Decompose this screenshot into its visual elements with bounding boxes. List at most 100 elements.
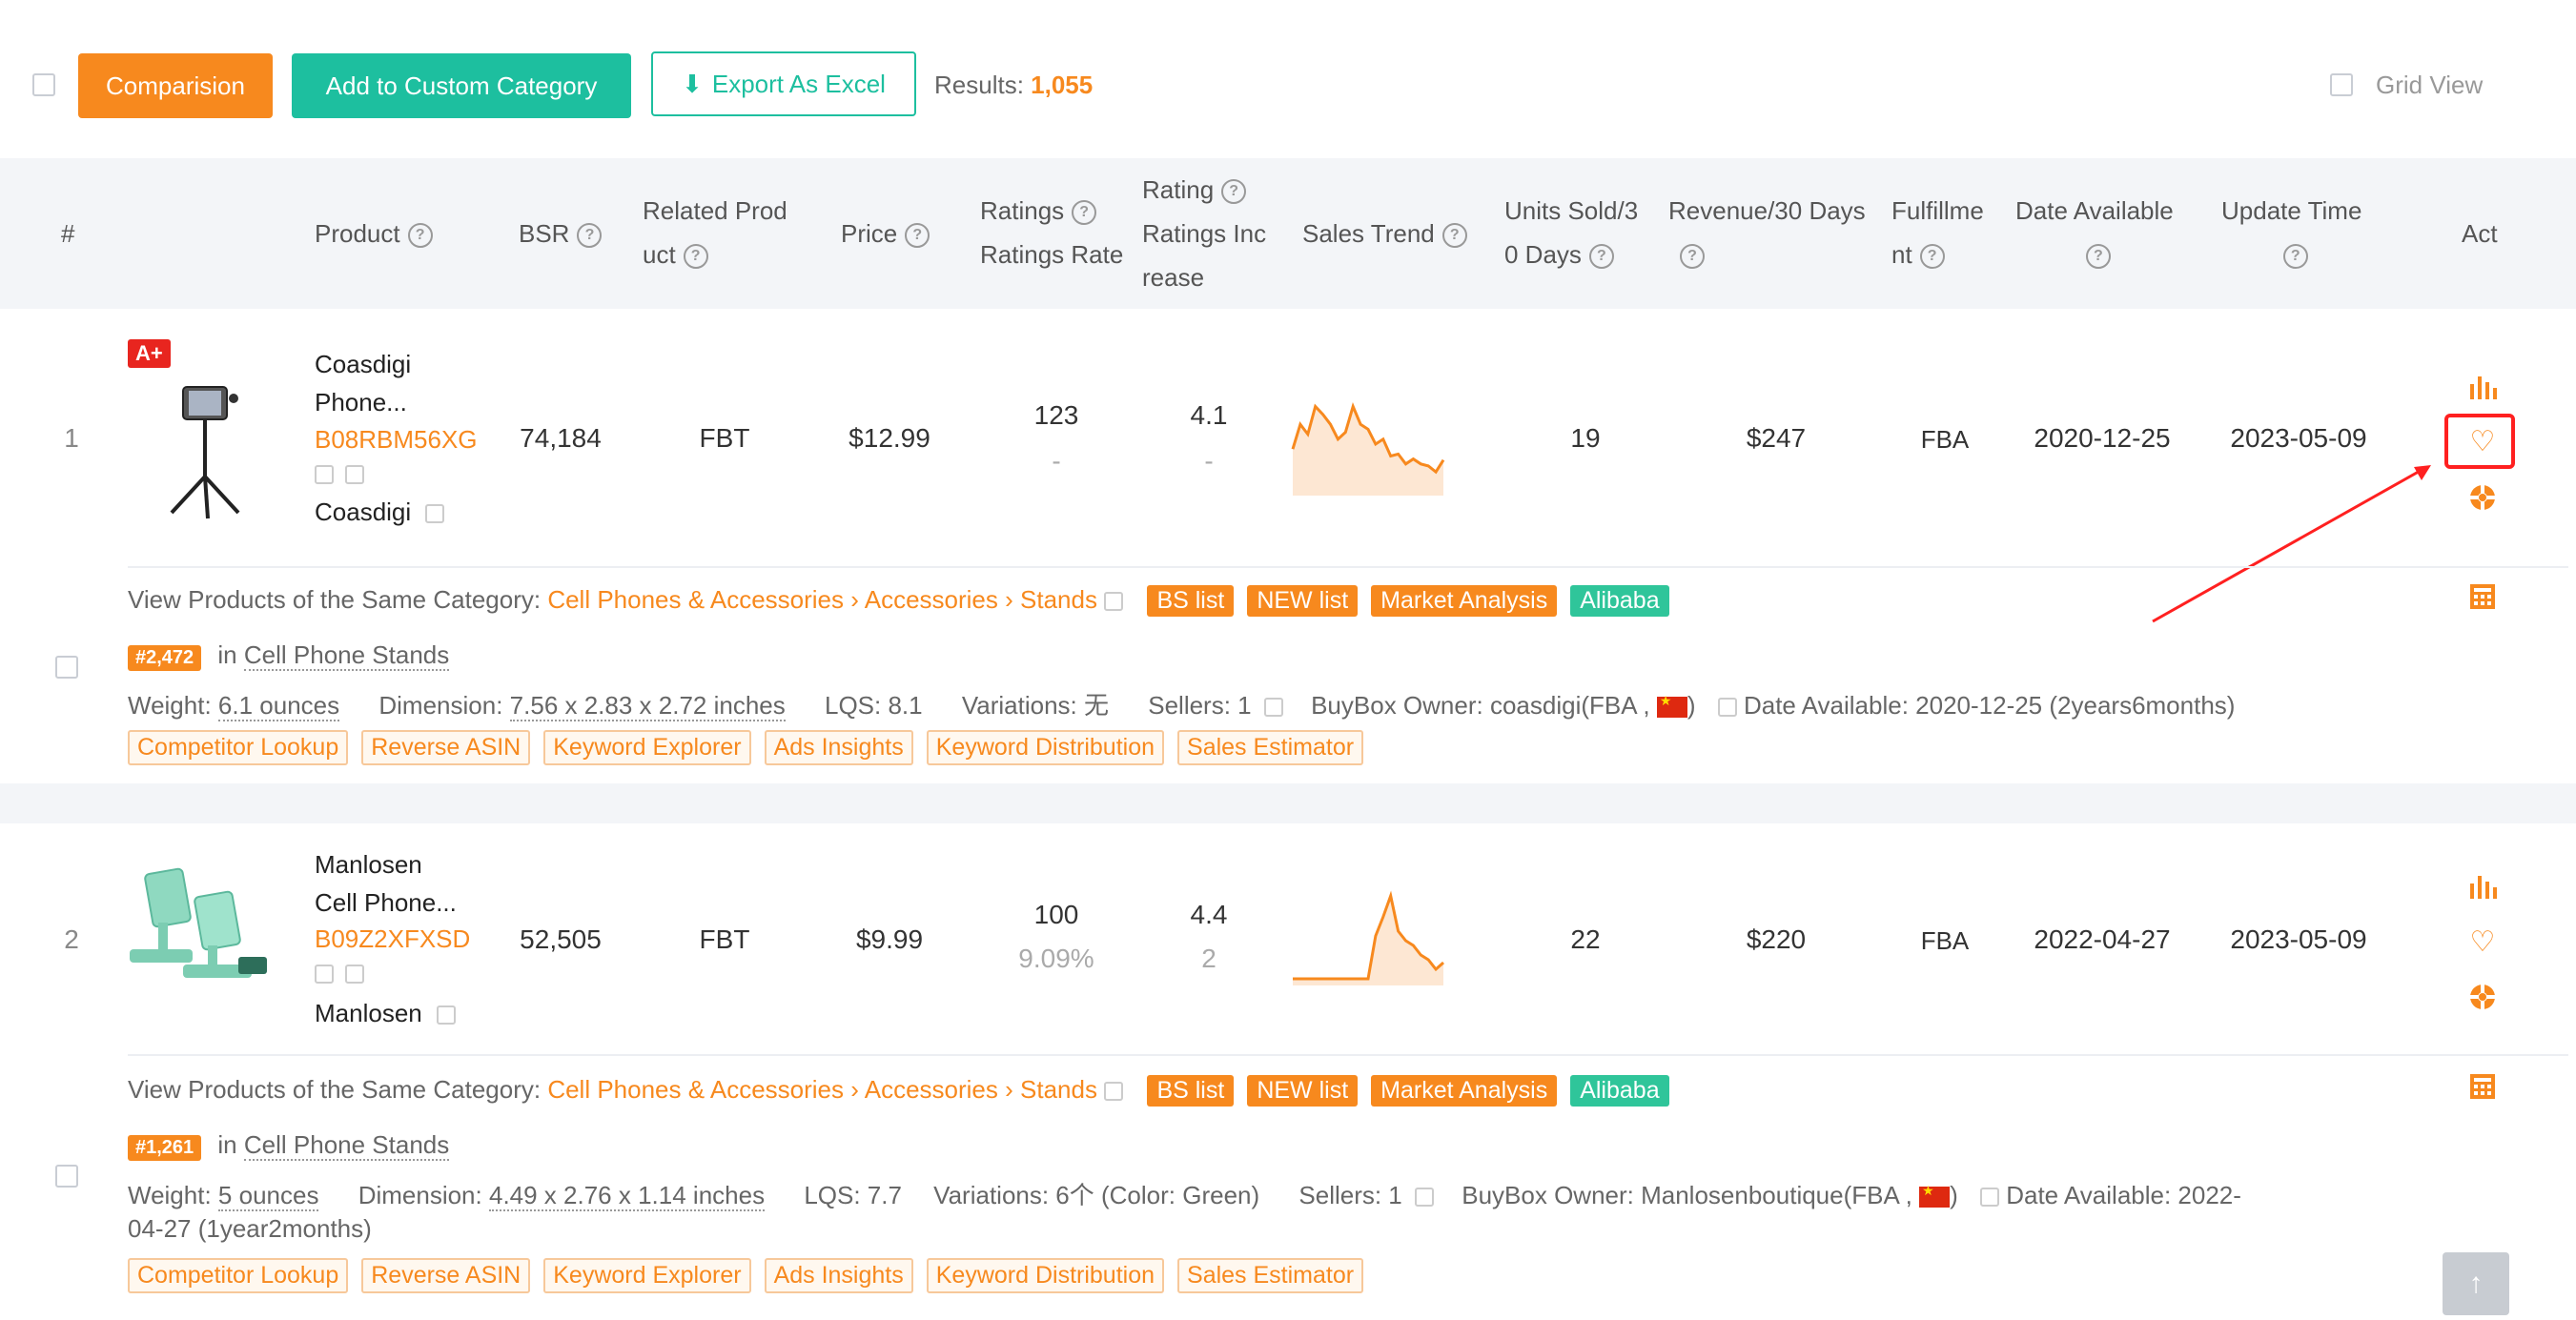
bar-chart-icon[interactable] bbox=[2464, 368, 2502, 406]
product-title[interactable]: Manlosen Cell Phone... bbox=[315, 845, 457, 922]
calculator-icon[interactable] bbox=[2464, 1067, 2502, 1106]
category-link-level-1[interactable]: Cell Phones & Accessories bbox=[547, 585, 844, 614]
col-ratings[interactable]: Ratings? Ratings Rate bbox=[980, 189, 1123, 276]
brand-name[interactable]: Coasdigi bbox=[315, 498, 445, 527]
help-icon[interactable]: ? bbox=[905, 223, 930, 249]
brand-name[interactable]: Manlosen bbox=[315, 999, 456, 1028]
help-icon[interactable]: ? bbox=[1441, 223, 1467, 249]
new-list-tag[interactable]: NEW list bbox=[1247, 1075, 1359, 1107]
external-link-icon[interactable] bbox=[1979, 1188, 1999, 1208]
keyword-distribution-button[interactable]: Keyword Distribution bbox=[926, 730, 1165, 765]
reverse-asin-button[interactable]: Reverse ASIN bbox=[361, 1258, 531, 1293]
comment-icon[interactable] bbox=[345, 465, 365, 484]
external-link-icon[interactable] bbox=[1104, 1082, 1124, 1102]
lifebuoy-icon[interactable] bbox=[2464, 478, 2502, 517]
bs-list-tag[interactable]: BS list bbox=[1147, 1075, 1235, 1107]
market-analysis-tag[interactable]: Market Analysis bbox=[1371, 1075, 1558, 1107]
keyword-explorer-button[interactable]: Keyword Explorer bbox=[543, 1258, 751, 1293]
rank-category-link[interactable]: Cell Phone Stands bbox=[243, 640, 450, 671]
help-icon[interactable]: ? bbox=[577, 223, 603, 249]
comparison-button[interactable]: Comparision bbox=[78, 53, 273, 118]
add-custom-category-button[interactable]: Add to Custom Category bbox=[292, 53, 631, 118]
external-link-icon[interactable] bbox=[315, 965, 334, 984]
col-update-time[interactable]: Update Time ? bbox=[2221, 189, 2361, 276]
col-product[interactable]: Product? bbox=[315, 212, 433, 255]
heart-icon[interactable]: ♡ bbox=[2464, 422, 2502, 460]
col-related-product[interactable]: Related Prod uct? bbox=[643, 189, 787, 276]
help-icon[interactable]: ? bbox=[407, 223, 433, 249]
category-link-level-3[interactable]: Stands bbox=[1020, 585, 1097, 614]
external-link-icon[interactable] bbox=[1104, 592, 1124, 612]
col-date-available[interactable]: Date Available ? bbox=[2015, 189, 2174, 276]
grid-view-checkbox[interactable] bbox=[2330, 73, 2353, 96]
external-link-icon[interactable] bbox=[425, 504, 445, 524]
help-icon[interactable]: ? bbox=[1588, 244, 1614, 270]
bar-chart-icon[interactable] bbox=[2464, 867, 2502, 905]
col-bsr[interactable]: BSR? bbox=[519, 212, 603, 255]
col-sales-trend[interactable]: Sales Trend? bbox=[1302, 212, 1467, 255]
category-link-level-1[interactable]: Cell Phones & Accessories bbox=[547, 1075, 844, 1104]
weight-value: 6.1 ounces bbox=[217, 691, 340, 721]
product-image[interactable] bbox=[143, 370, 267, 522]
ads-insights-button[interactable]: Ads Insights bbox=[764, 730, 913, 765]
category-link-level-2[interactable]: Accessories bbox=[865, 585, 998, 614]
bs-list-tag[interactable]: BS list bbox=[1147, 585, 1235, 617]
external-link-icon[interactable] bbox=[1263, 698, 1283, 718]
col-price[interactable]: Price? bbox=[841, 212, 930, 255]
dimension-value: 7.56 x 2.83 x 2.72 inches bbox=[509, 691, 786, 721]
help-icon[interactable]: ? bbox=[1680, 244, 1705, 270]
back-to-top-button[interactable]: ↑ bbox=[2443, 1252, 2509, 1315]
asin-link[interactable]: B09Z2XFXSD bbox=[315, 924, 470, 954]
sales-estimator-button[interactable]: Sales Estimator bbox=[1177, 1258, 1364, 1293]
alibaba-tag[interactable]: Alibaba bbox=[1570, 585, 1669, 617]
sales-trend-sparkline[interactable] bbox=[1291, 391, 1445, 498]
date-available-info: Date Available: 2022- bbox=[2006, 1181, 2241, 1209]
keyword-explorer-button[interactable]: Keyword Explorer bbox=[543, 730, 751, 765]
help-icon[interactable]: ? bbox=[683, 244, 708, 270]
external-link-icon[interactable] bbox=[436, 1005, 456, 1026]
asin-link[interactable]: B08RBM56XG bbox=[315, 425, 478, 455]
heart-icon[interactable]: ♡ bbox=[2464, 923, 2502, 961]
col-related-label: Related Prod bbox=[643, 196, 787, 225]
rank-line: #2,472 in Cell Phone Stands bbox=[128, 640, 450, 671]
select-all-checkbox[interactable] bbox=[32, 73, 55, 96]
col-rating[interactable]: Rating? Ratings Inc rease bbox=[1142, 168, 1266, 299]
product-image[interactable] bbox=[124, 865, 276, 989]
comment-icon[interactable] bbox=[345, 965, 365, 984]
row-checkbox[interactable] bbox=[55, 656, 78, 679]
export-excel-button[interactable]: ⬇ Export As Excel bbox=[651, 51, 916, 116]
row-checkbox[interactable] bbox=[55, 1165, 78, 1188]
help-icon[interactable]: ? bbox=[2085, 244, 2111, 270]
product-title[interactable]: Coasdigi Phone... bbox=[315, 345, 411, 421]
external-link-icon[interactable] bbox=[315, 465, 334, 484]
lifebuoy-icon[interactable] bbox=[2464, 978, 2502, 1016]
calculator-icon[interactable] bbox=[2464, 578, 2502, 616]
help-icon[interactable]: ? bbox=[1221, 179, 1247, 205]
date-available-info: Date Available: 2020-12-25 (2years6month… bbox=[1743, 691, 2236, 720]
help-icon[interactable]: ? bbox=[1919, 244, 1945, 270]
category-link-level-2[interactable]: Accessories bbox=[865, 1075, 998, 1104]
results-count: Results: 1,055 bbox=[934, 71, 1093, 100]
reverse-asin-button[interactable]: Reverse ASIN bbox=[361, 730, 531, 765]
keyword-distribution-button[interactable]: Keyword Distribution bbox=[926, 1258, 1165, 1293]
help-icon[interactable]: ? bbox=[1072, 200, 1097, 226]
external-link-icon[interactable] bbox=[1717, 698, 1737, 718]
ads-insights-button[interactable]: Ads Insights bbox=[764, 1258, 913, 1293]
calculator-icon-svg bbox=[2470, 584, 2495, 609]
new-list-tag[interactable]: NEW list bbox=[1247, 585, 1359, 617]
competitor-lookup-button[interactable]: Competitor Lookup bbox=[128, 730, 349, 765]
external-link-icon[interactable] bbox=[1415, 1188, 1435, 1208]
market-analysis-tag[interactable]: Market Analysis bbox=[1371, 585, 1558, 617]
category-link-level-3[interactable]: Stands bbox=[1020, 1075, 1097, 1104]
col-fulfillment[interactable]: Fulfillme nt? bbox=[1891, 189, 1984, 276]
competitor-lookup-button[interactable]: Competitor Lookup bbox=[128, 1258, 349, 1293]
col-units-sold[interactable]: Units Sold/3 0 Days? bbox=[1504, 189, 1638, 276]
sales-estimator-button[interactable]: Sales Estimator bbox=[1177, 730, 1364, 765]
col-ratings-rate-label: Ratings Rate bbox=[980, 240, 1124, 269]
col-revenue[interactable]: Revenue/30 Days ? bbox=[1668, 189, 1866, 276]
help-icon[interactable]: ? bbox=[2282, 244, 2308, 270]
rank-category-link[interactable]: Cell Phone Stands bbox=[243, 1130, 450, 1161]
alibaba-tag[interactable]: Alibaba bbox=[1570, 1075, 1669, 1107]
category-label: View Products of the Same Category: bbox=[128, 585, 542, 614]
sales-trend-sparkline[interactable] bbox=[1291, 884, 1445, 987]
